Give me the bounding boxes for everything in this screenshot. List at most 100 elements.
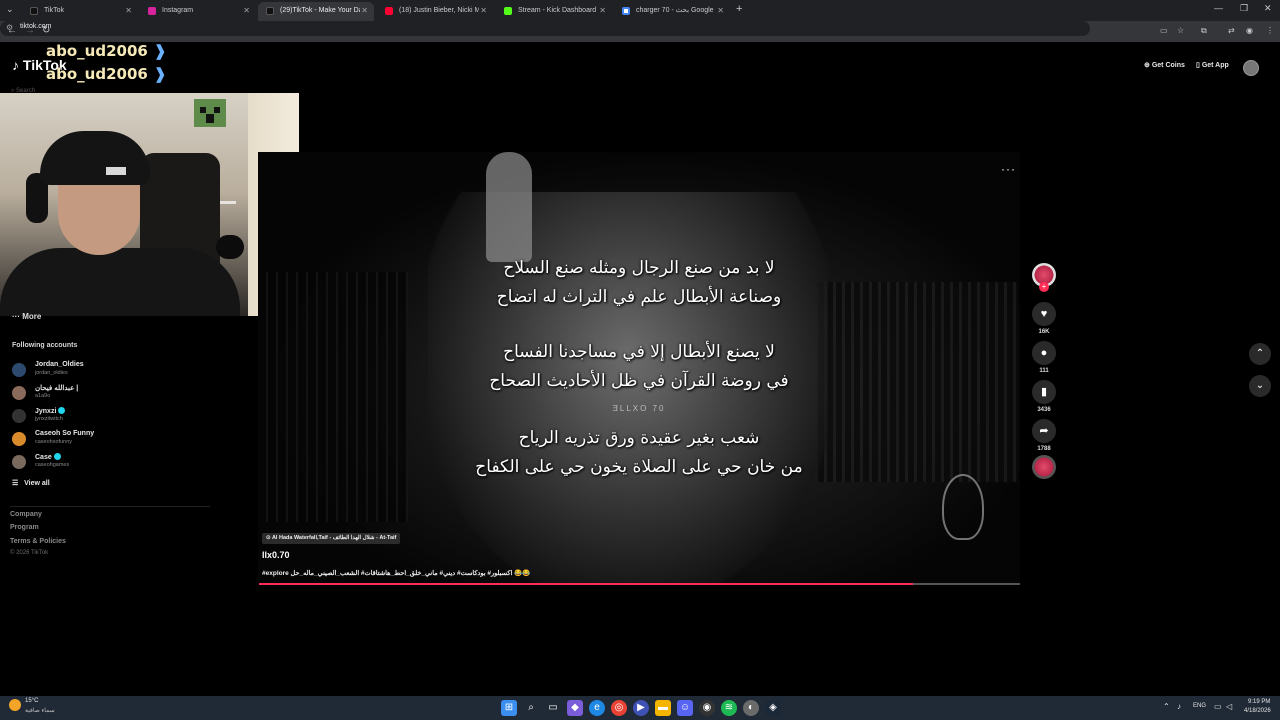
tab-search-icon[interactable]: ⌄ — [6, 4, 14, 15]
webcam-beanie — [40, 131, 150, 185]
close-icon[interactable]: ✕ — [717, 2, 724, 19]
follow-plus-icon[interactable]: + — [1039, 282, 1049, 292]
obs-icon[interactable]: ◉ — [699, 700, 715, 716]
get-app-label: Get App — [1201, 62, 1229, 69]
language-indicator[interactable]: ENG — [1193, 703, 1206, 709]
video-author[interactable]: llx0.70 — [262, 550, 290, 560]
close-icon[interactable]: ✕ — [361, 2, 368, 19]
new-tab-icon[interactable]: + — [736, 3, 742, 15]
get-coins-button[interactable]: ⊕ Get Coins — [1144, 61, 1185, 69]
following-account[interactable]: عبدالله فيحان | a1a9o — [12, 383, 212, 405]
account-name-wrap: Jynxzi — [35, 407, 66, 415]
address-bar[interactable]: ⚙ tiktok.com — [0, 21, 1090, 36]
profile-icon[interactable]: ◉ — [1246, 26, 1253, 35]
following-account[interactable]: Case caseohgames — [12, 452, 212, 474]
restore-icon[interactable]: ❐ — [1240, 3, 1248, 14]
instagram-tab-icon — [148, 7, 156, 15]
spotify-icon[interactable]: ≋ — [721, 700, 737, 716]
site-info-icon[interactable]: ⚙ — [6, 23, 13, 32]
chevron-up-icon: ⌃ — [1255, 348, 1265, 359]
more-options-icon[interactable]: ··· — [1001, 162, 1016, 176]
account-name: Case — [35, 454, 52, 461]
network-icon[interactable]: ▭ — [1214, 702, 1222, 711]
account-handle: a1a9o — [35, 393, 51, 399]
widgets-icon[interactable]: ◆ — [567, 700, 583, 716]
account-name: Jynxzi — [35, 408, 57, 415]
tab-3[interactable]: (18) Justin Bieber, Nicki Minaj -✕ — [377, 2, 493, 21]
chrome-icon[interactable]: ◎ — [611, 700, 627, 716]
location-chip[interactable]: ⊙ Al Hada Waterfall,Taif - شلال الهدا ال… — [262, 533, 401, 544]
minimize-icon[interactable]: — — [1214, 3, 1223, 13]
tab-1[interactable]: Instagram ✕ — [140, 2, 256, 21]
close-icon[interactable]: ✕ — [599, 2, 606, 19]
footer-program-link[interactable]: Program — [10, 524, 39, 531]
media-player-icon[interactable]: ▶ — [633, 700, 649, 716]
url-text: tiktok.com — [20, 23, 52, 30]
close-window-icon[interactable]: ✕ — [1264, 3, 1272, 14]
webcam-hoodie — [0, 248, 240, 316]
video-verse: في روضة القرآن في ظل الأحاديث الصحاح — [489, 371, 789, 391]
footer-terms-link[interactable]: Terms & Policies — [10, 538, 66, 545]
next-video-button[interactable]: ⌄ — [1249, 375, 1271, 397]
footer-company-link[interactable]: Company — [10, 511, 42, 518]
steam-icon[interactable]: ◈ — [765, 700, 781, 716]
location-icon: ⊙ — [266, 535, 271, 541]
tiktok-tab-icon — [30, 7, 38, 15]
video-player[interactable]: لا بد من صنع الرجال ومثله صنع السلاح وصن… — [258, 152, 1020, 584]
close-icon[interactable]: ✕ — [125, 2, 132, 19]
tab-5[interactable]: charger 70 - بحث Google ✕ — [614, 2, 730, 21]
avatar — [12, 432, 26, 446]
following-account[interactable]: Jordan_Oldies jordan_oldies — [12, 360, 212, 382]
account-handle: caseohgames — [35, 462, 70, 468]
tab-label: Stream - Kick Dashboard — [518, 7, 597, 14]
kick-tab-icon — [504, 7, 512, 15]
tray-overflow-icon[interactable]: ⌃ — [1163, 702, 1170, 711]
music-disc[interactable] — [1032, 455, 1056, 479]
volume-icon[interactable]: ◁ — [1226, 702, 1232, 711]
following-account[interactable]: Jynxzi jynxzitwitch — [12, 406, 212, 428]
search-taskbar-icon[interactable]: ⌕ — [523, 700, 539, 716]
close-icon[interactable]: ✕ — [480, 2, 487, 19]
weather-icon[interactable] — [9, 699, 21, 711]
share-button[interactable]: ➦ 1788 — [1031, 419, 1057, 452]
avatar — [12, 386, 26, 400]
task-view-icon[interactable]: ▭ — [545, 700, 561, 716]
sidebar-more[interactable]: ··· More — [12, 312, 41, 321]
previous-video-button[interactable]: ⌃ — [1249, 343, 1271, 365]
discord-icon[interactable]: ☺ — [677, 700, 693, 716]
view-all-link[interactable]: ☰ View all — [12, 479, 50, 487]
video-progress-bar[interactable] — [259, 583, 1020, 585]
save-button[interactable]: ▮ 3436 — [1031, 380, 1057, 413]
tab-2[interactable]: (29)TikTok - Make Your Day ✕ — [258, 2, 374, 21]
tab-4[interactable]: Stream - Kick Dashboard ✕ — [496, 2, 612, 21]
like-button[interactable]: ♥ 16K — [1031, 302, 1057, 335]
cast-icon[interactable]: ▭ — [1160, 26, 1168, 35]
video-verse: لا بد من صنع الرجال ومثله صنع السلاح — [503, 258, 775, 278]
more-label: More — [22, 312, 42, 321]
clock-time[interactable]: 9:19 PM — [1248, 699, 1270, 705]
clock-date[interactable]: 4/18/2026 — [1244, 708, 1271, 714]
profile-avatar[interactable] — [1243, 60, 1259, 76]
comment-count: 111 — [1039, 368, 1049, 374]
microphone-icon[interactable]: ♪ — [1177, 702, 1181, 711]
video-city-left — [258, 272, 408, 522]
menu-icon[interactable]: ⋮ — [1266, 26, 1274, 35]
tab-strip: ⌄ TikTok ✕ Instagram ✕ (29)TikTok - Make Y… — [0, 0, 1280, 21]
edge-icon[interactable]: e — [589, 700, 605, 716]
extensions-icon[interactable]: ⧉ — [1201, 26, 1207, 36]
tab-0[interactable]: TikTok ✕ — [22, 2, 138, 21]
bookmark-star-icon[interactable]: ☆ — [1177, 26, 1184, 35]
get-app-button[interactable]: ▯ Get App — [1196, 61, 1229, 69]
tab-search-icon[interactable]: ⇄ — [1228, 26, 1235, 35]
weather-desc: سماء صافية — [25, 708, 55, 714]
close-icon[interactable]: ✕ — [243, 2, 250, 19]
app-icon[interactable]: ◐ — [743, 700, 759, 716]
phone-icon: ▯ — [1196, 62, 1200, 69]
avatar — [12, 363, 26, 377]
like-count: 16K — [1038, 329, 1050, 335]
following-account[interactable]: Caseoh So Funny caseohsofunny — [12, 429, 212, 451]
file-explorer-icon[interactable]: ▬ — [655, 700, 671, 716]
comment-button[interactable]: ● 111 — [1031, 341, 1057, 374]
save-count: 3436 — [1037, 407, 1051, 413]
start-icon[interactable]: ⊞ — [501, 700, 517, 716]
